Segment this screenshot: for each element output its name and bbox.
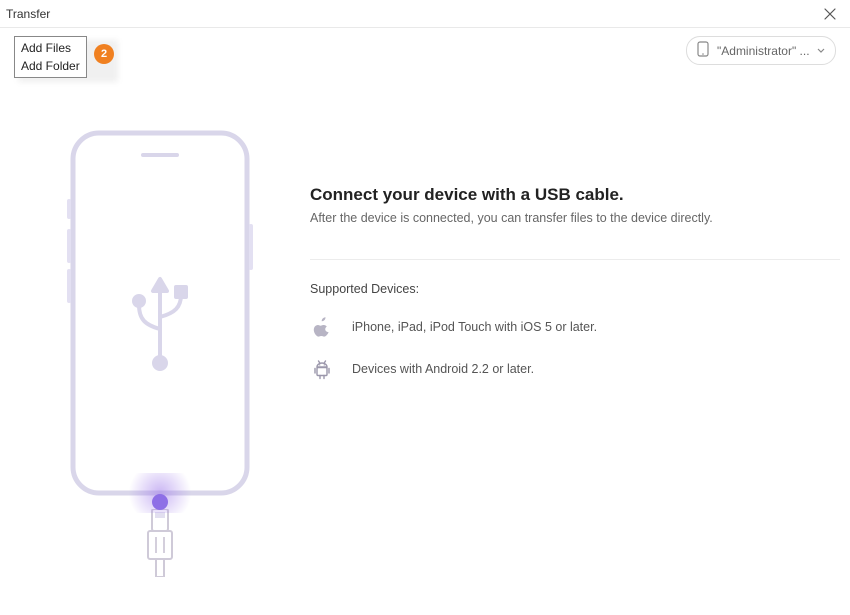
toolbar: 1 "Administrator" ... — [0, 28, 850, 69]
apple-icon — [310, 316, 334, 338]
divider — [310, 259, 840, 260]
close-icon — [824, 8, 836, 20]
phone-illustration-column — [10, 129, 310, 577]
subtext: After the device is connected, you can t… — [310, 211, 840, 225]
usb-plug-icon — [140, 509, 180, 577]
phone-illustration — [65, 129, 255, 577]
android-icon — [310, 358, 334, 380]
info-column: Connect your device with a USB cable. Af… — [310, 129, 840, 577]
supported-apple-text: iPhone, iPad, iPod Touch with iOS 5 or l… — [352, 320, 597, 334]
phone-icon — [697, 41, 709, 60]
supported-android-row: Devices with Android 2.2 or later. — [310, 358, 840, 380]
home-button-icon — [152, 494, 168, 510]
menu-item-add-folder[interactable]: Add Folder — [21, 57, 80, 75]
device-selector[interactable]: "Administrator" ... — [686, 36, 836, 65]
window-title: Transfer — [6, 7, 50, 21]
menu-item-add-files[interactable]: Add Files — [21, 39, 80, 57]
supported-android-text: Devices with Android 2.2 or later. — [352, 362, 534, 376]
main-content: Connect your device with a USB cable. Af… — [0, 129, 850, 577]
close-button[interactable] — [820, 4, 840, 24]
headline: Connect your device with a USB cable. — [310, 185, 840, 205]
add-dropdown-menu: Add Files Add Folder — [14, 36, 87, 78]
device-label: "Administrator" ... — [717, 44, 811, 58]
supported-devices-label: Supported Devices: — [310, 282, 840, 296]
callout-2-badge: 2 — [94, 44, 114, 64]
titlebar: Transfer — [0, 0, 850, 28]
chevron-down-icon — [817, 44, 825, 58]
supported-apple-row: iPhone, iPad, iPod Touch with iOS 5 or l… — [310, 316, 840, 338]
